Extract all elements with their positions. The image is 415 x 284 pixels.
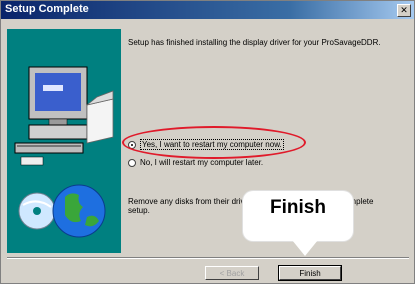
finish-button[interactable]: Finish — [278, 265, 342, 281]
close-button[interactable]: ✕ — [397, 4, 411, 17]
globe-icon — [52, 184, 106, 238]
radio-empty-icon — [128, 158, 136, 167]
highlight-ring — [122, 126, 306, 159]
back-button[interactable]: < Back — [205, 266, 259, 280]
button-separator — [7, 257, 409, 259]
box-icon — [86, 90, 114, 144]
close-icon: ✕ — [400, 5, 408, 15]
install-complete-message: Setup has finished installing the displa… — [128, 38, 381, 47]
setup-complete-dialog: Setup Complete ✕ Setup has finished inst… — [0, 0, 415, 284]
setup-illustration — [7, 29, 121, 253]
callout-text: Finish — [270, 197, 326, 218]
cd-disc-icon — [18, 192, 56, 230]
restart-later-option[interactable]: No, I will restart my computer later. — [128, 158, 263, 167]
window-title: Setup Complete — [5, 3, 89, 15]
title-bar: Setup Complete ✕ — [1, 1, 414, 19]
restart-later-label: No, I will restart my computer later. — [140, 158, 264, 167]
callout-pointer — [292, 240, 318, 256]
computer-icon — [14, 66, 88, 166]
finish-callout: Finish — [243, 191, 353, 241]
